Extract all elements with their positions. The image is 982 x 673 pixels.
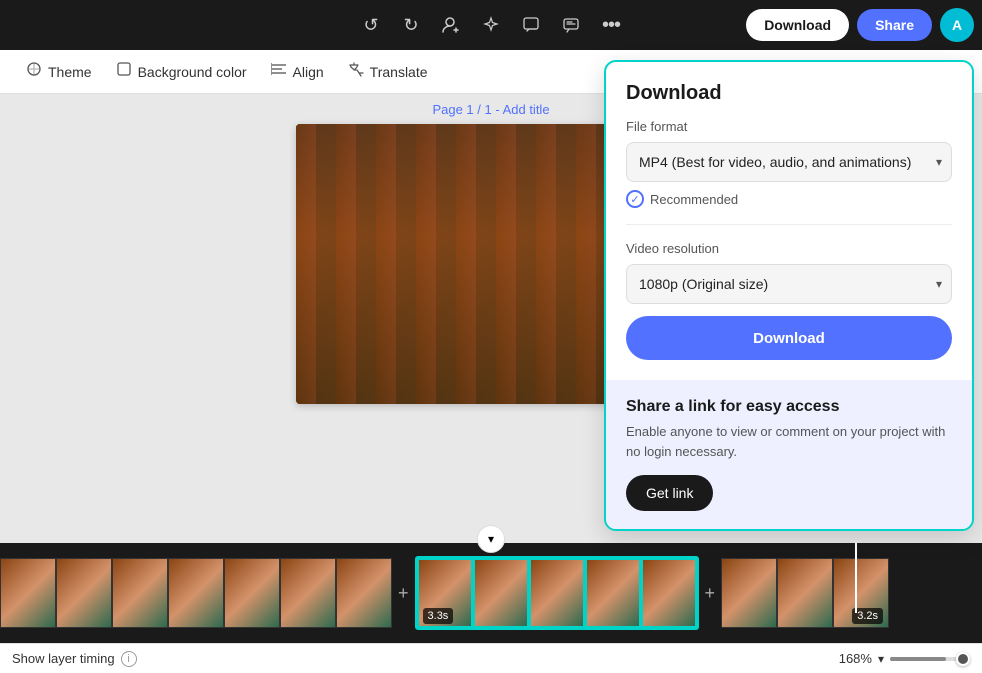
video-resolution-label: Video resolution — [626, 241, 952, 256]
timeline-thumb-10[interactable] — [529, 558, 585, 628]
timeline-strip: + 3.3s + 3.2s — [0, 553, 982, 633]
theme-button[interactable]: Theme — [16, 55, 102, 88]
align-icon — [271, 61, 287, 82]
translate-icon — [348, 61, 364, 82]
recommended-label: Recommended — [650, 192, 738, 207]
timeline-thumb-1[interactable] — [0, 558, 56, 628]
info-icon[interactable]: i — [121, 651, 137, 667]
add-collaborator-button[interactable] — [433, 7, 469, 43]
share-button[interactable]: Share — [857, 9, 932, 41]
share-link-description: Enable anyone to view or comment on your… — [626, 422, 952, 461]
comment-button[interactable] — [513, 7, 549, 43]
toolbar-icons: ↺ ↻ ••• — [353, 7, 629, 43]
timeline-thumb-9[interactable] — [473, 558, 529, 628]
timeline-area: + 3.3s + 3.2s — [0, 543, 982, 643]
avatar: A — [940, 8, 974, 42]
download-panel-content: Download File format MP4 (Best for video… — [606, 62, 972, 380]
expand-arrow[interactable]: ▾ — [477, 525, 505, 553]
undo-button[interactable]: ↺ — [353, 7, 389, 43]
chat-button[interactable] — [553, 7, 589, 43]
download-main-button[interactable]: Download — [626, 316, 952, 360]
show-layer-timing-label[interactable]: Show layer timing — [12, 651, 115, 666]
bottom-bar: Show layer timing i 168% ▾ — [0, 643, 982, 673]
timeline-thumb-14[interactable] — [777, 558, 833, 628]
zoom-dropdown-icon[interactable]: ▾ — [878, 652, 884, 666]
timeline-thumb-5[interactable] — [224, 558, 280, 628]
check-circle-icon: ✓ — [626, 190, 644, 208]
background-color-label: Background color — [138, 64, 247, 80]
timeline-thumb-7[interactable] — [336, 558, 392, 628]
timeline-thumb-4[interactable] — [168, 558, 224, 628]
zoom-control: 168% ▾ — [839, 651, 970, 666]
translate-label: Translate — [370, 64, 428, 80]
magic-button[interactable] — [473, 7, 509, 43]
get-link-button[interactable]: Get link — [626, 475, 713, 511]
divider — [626, 224, 952, 225]
zoom-thumb[interactable] — [956, 652, 970, 666]
translate-button[interactable]: Translate — [338, 55, 438, 88]
zoom-slider[interactable] — [890, 657, 970, 661]
background-color-icon — [116, 61, 132, 82]
timeline-thumb-6[interactable] — [280, 558, 336, 628]
zoom-fill — [890, 657, 946, 661]
toolbar-right: Download Share A — [746, 8, 974, 42]
download-panel-title: Download — [626, 82, 952, 105]
selected-segment: 3.3s — [415, 556, 699, 630]
timeline-thumb-13[interactable] — [721, 558, 777, 628]
timeline-thumb-11[interactable] — [585, 558, 641, 628]
timeline-thumb-12[interactable] — [641, 558, 697, 628]
second-segment: 3.2s — [721, 558, 889, 628]
theme-icon — [26, 61, 42, 82]
bottom-left: Show layer timing i — [12, 651, 137, 667]
add-title[interactable]: - Add title — [495, 102, 549, 117]
segment-duration-1: 3.3s — [423, 608, 454, 624]
more-options-button[interactable]: ••• — [593, 7, 629, 43]
playhead-marker — [855, 543, 857, 613]
download-button[interactable]: Download — [746, 9, 849, 41]
add-segment-2-button[interactable]: + — [699, 583, 722, 604]
background-color-button[interactable]: Background color — [106, 55, 257, 88]
bottom-right: 168% ▾ — [839, 651, 970, 666]
align-button[interactable]: Align — [261, 55, 334, 88]
share-link-title: Share a link for easy access — [626, 398, 952, 416]
timeline-thumb-3[interactable] — [112, 558, 168, 628]
zoom-level: 168% — [839, 651, 872, 666]
download-panel: Download File format MP4 (Best for video… — [604, 60, 974, 531]
page-number: Page 1 / 1 — [432, 102, 491, 117]
redo-button[interactable]: ↻ — [393, 7, 429, 43]
theme-label: Theme — [48, 64, 92, 80]
timeline-thumb-2[interactable] — [56, 558, 112, 628]
page-label: Page 1 / 1 - Add title — [432, 102, 549, 117]
file-format-wrapper: MP4 (Best for video, audio, and animatio… — [626, 142, 952, 182]
align-label: Align — [293, 64, 324, 80]
add-segment-1-button[interactable]: + — [392, 583, 415, 604]
file-format-select[interactable]: MP4 (Best for video, audio, and animatio… — [626, 142, 952, 182]
video-resolution-select[interactable]: 1080p (Original size) 720p 480p 360p — [626, 264, 952, 304]
video-resolution-wrapper: 1080p (Original size) 720p 480p 360p ▾ — [626, 264, 952, 304]
share-link-section: Share a link for easy access Enable anyo… — [606, 380, 972, 529]
top-toolbar: ↺ ↻ ••• Download Share A — [0, 0, 982, 50]
file-format-label: File format — [626, 119, 952, 134]
recommended-badge: ✓ Recommended — [626, 190, 952, 208]
